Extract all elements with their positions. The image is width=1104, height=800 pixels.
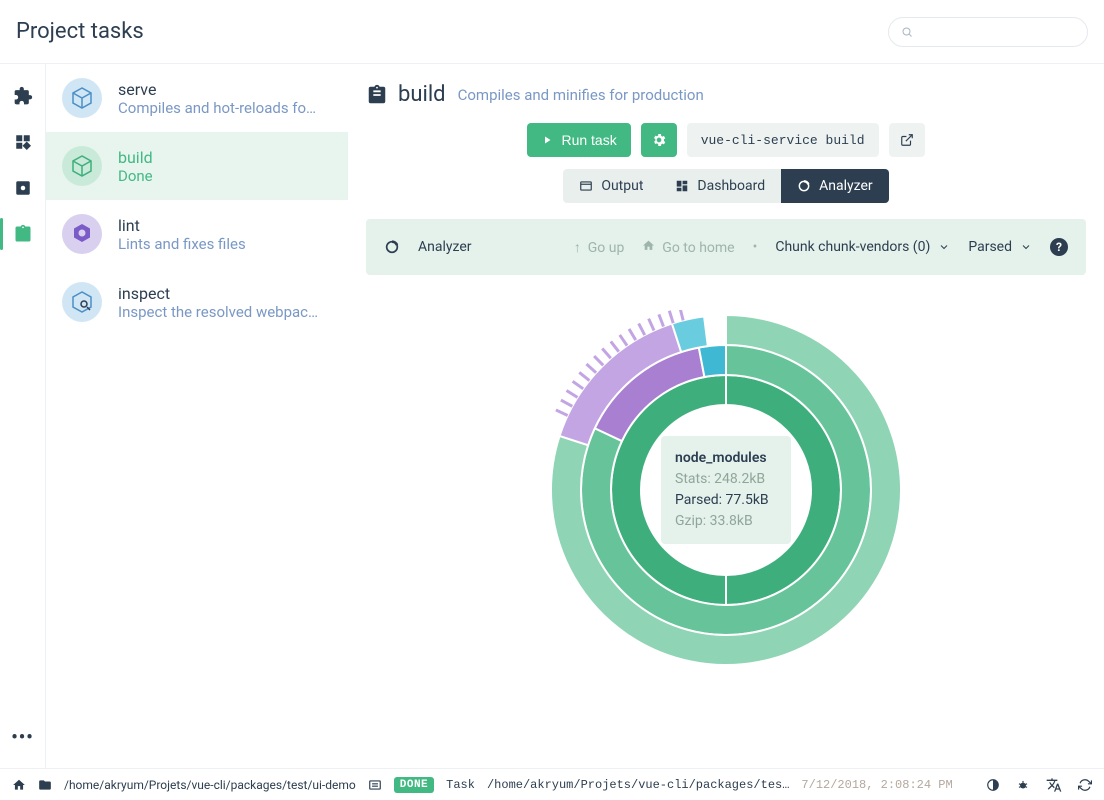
gear-icon xyxy=(651,132,667,148)
search-icon xyxy=(901,26,913,38)
nav-more[interactable]: ••• xyxy=(11,727,33,748)
analyzer-toolbar: Analyzer ↑ Go up Go to home • Chunk chun… xyxy=(366,219,1086,275)
task-label: Task xyxy=(446,778,475,792)
detail-subtitle: Compiles and minifies for production xyxy=(458,86,704,104)
task-desc: Inspect the resolved webpac… xyxy=(118,303,332,321)
settings-button[interactable] xyxy=(641,123,677,157)
open-external-button[interactable] xyxy=(889,123,925,157)
nav-config[interactable] xyxy=(11,176,35,200)
play-icon xyxy=(541,134,553,146)
task-list: serve Compiles and hot-reloads fo… build… xyxy=(46,64,348,768)
timestamp: 7/12/2018, 2:08:24 PM xyxy=(801,778,952,792)
clipboard-icon xyxy=(366,84,388,106)
mode-selector[interactable]: Parsed xyxy=(968,239,1032,255)
chevron-down-icon xyxy=(938,241,950,253)
tooltip-parsed: Parsed: 77.5kB xyxy=(675,490,777,511)
cube-search-icon xyxy=(62,282,102,322)
log-icon[interactable] xyxy=(368,778,382,792)
task-path: /home/akryum/Projets/vue-cli/packages/te… xyxy=(487,778,789,792)
analyzer-title: Analyzer xyxy=(418,239,472,255)
task-name: lint xyxy=(118,216,332,235)
home-icon xyxy=(642,239,655,252)
chunk-selector[interactable]: Chunk chunk-vendors (0) xyxy=(775,239,950,255)
statusbar: /home/akryum/Projets/vue-cli/packages/te… xyxy=(0,768,1104,800)
status-badge: DONE xyxy=(394,777,434,793)
refresh-icon[interactable] xyxy=(1078,778,1092,792)
tab-analyzer[interactable]: Analyzer xyxy=(781,169,889,203)
task-name: build xyxy=(118,148,332,167)
tabs: Output Dashboard Analyzer xyxy=(366,169,1086,203)
cube-icon xyxy=(62,146,102,186)
translate-icon[interactable] xyxy=(1046,777,1062,793)
tooltip-gzip: Gzip: 33.8kB xyxy=(675,511,777,532)
run-task-button[interactable]: Run task xyxy=(527,123,630,157)
dashboard-icon xyxy=(675,179,689,193)
puzzle-icon xyxy=(13,86,33,106)
analyzer-icon xyxy=(797,179,811,193)
bug-icon[interactable] xyxy=(1016,778,1030,792)
separator-dot: • xyxy=(753,239,758,255)
nav-widgets[interactable] xyxy=(11,130,35,154)
folder-icon[interactable] xyxy=(38,778,52,792)
nav-rail: ••• xyxy=(0,64,46,768)
sunburst-chart[interactable]: node_modules Stats: 248.2kB Parsed: 77.5… xyxy=(366,275,1086,705)
task-name: inspect xyxy=(118,284,332,303)
analyzer-icon xyxy=(384,239,400,255)
command-display[interactable]: vue-cli-service build xyxy=(687,123,879,157)
search-input[interactable] xyxy=(888,17,1088,47)
cwd-path: /home/akryum/Projets/vue-cli/packages/te… xyxy=(64,778,356,792)
task-item-inspect[interactable]: inspect Inspect the resolved webpac… xyxy=(46,268,348,336)
tooltip-stats: Stats: 248.2kB xyxy=(675,469,777,490)
task-item-lint[interactable]: lint Lints and fixes files xyxy=(46,200,348,268)
task-desc: Lints and fixes files xyxy=(118,235,332,253)
page-title: Project tasks xyxy=(16,19,888,44)
clipboard-icon xyxy=(13,224,33,244)
chart-tooltip: node_modules Stats: 248.2kB Parsed: 77.5… xyxy=(661,436,791,544)
tab-output[interactable]: Output xyxy=(563,169,659,203)
hexagon-icon xyxy=(62,214,102,254)
arrow-up-icon: ↑ xyxy=(574,239,581,256)
nav-plugins[interactable] xyxy=(11,84,35,108)
task-item-serve[interactable]: serve Compiles and hot-reloads fo… xyxy=(46,64,348,132)
config-icon xyxy=(14,179,32,197)
task-desc: Compiles and hot-reloads fo… xyxy=(118,99,332,117)
nav-tasks[interactable] xyxy=(11,222,35,246)
header: Project tasks xyxy=(0,0,1104,64)
chevron-down-icon xyxy=(1020,241,1032,253)
detail-title: build xyxy=(366,82,446,107)
output-icon xyxy=(579,179,593,193)
contrast-icon[interactable] xyxy=(986,778,1000,792)
home-icon[interactable] xyxy=(12,778,26,792)
task-name: serve xyxy=(118,80,332,99)
external-link-icon xyxy=(900,133,914,147)
help-button[interactable]: ? xyxy=(1050,238,1068,256)
content: build Compiles and minifies for producti… xyxy=(348,64,1104,768)
tab-dashboard[interactable]: Dashboard xyxy=(659,169,781,203)
cube-icon xyxy=(62,78,102,118)
go-up-button[interactable]: ↑ Go up xyxy=(574,239,625,256)
task-desc: Done xyxy=(118,167,332,185)
tooltip-name: node_modules xyxy=(675,448,777,469)
task-item-build[interactable]: build Done xyxy=(46,132,348,200)
go-home-button[interactable]: Go to home xyxy=(642,239,734,256)
widgets-icon xyxy=(14,133,32,151)
